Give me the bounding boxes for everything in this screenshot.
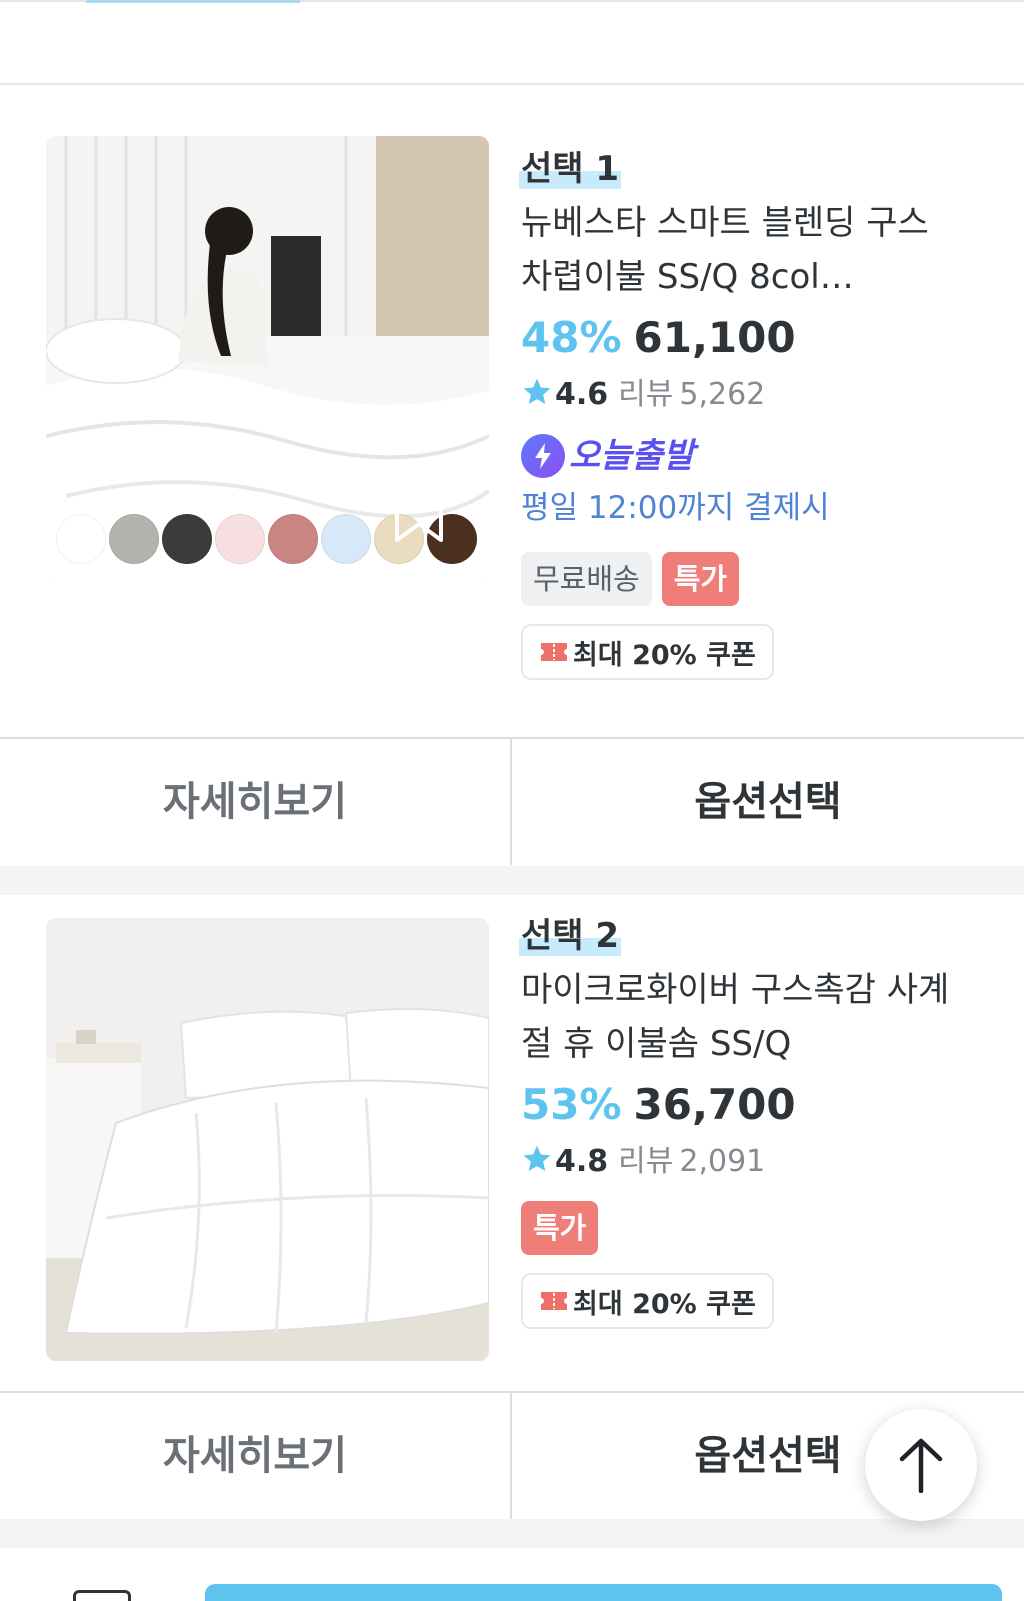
coupon-icon [541, 643, 567, 661]
active-tab-indicator [86, 0, 300, 3]
scroll-to-top-button[interactable] [865, 1409, 977, 1521]
product-name[interactable]: 뉴베스타 스마트 블렌딩 구스 차렵이불 SS/Q 8col… [521, 196, 961, 304]
discount-rate: 48% [521, 313, 622, 362]
tag-badges: 특가 [521, 1201, 961, 1255]
special-price-badge: 특가 [661, 552, 740, 606]
discount-rate: 53% [521, 1080, 622, 1129]
pick-label: 선택 2 [518, 913, 622, 959]
coupon-text: 최대 20% 쿠폰 [573, 1288, 756, 1320]
bookmark-icon[interactable] [73, 1590, 131, 1601]
product-info-2: 선택 2 마이크로화이버 구스촉감 사계절 휴 이불솜 SS/Q 53% 36,7… [518, 913, 961, 1329]
card-separator [0, 1519, 1024, 1548]
bookmark-icon[interactable] [391, 484, 447, 546]
color-swatch [321, 514, 371, 564]
product-image-1[interactable] [46, 136, 489, 579]
product-card-2: 선택 2 마이크로화이버 구스촉감 사계절 휴 이불솜 SS/Q 53% 36,7… [0, 895, 1024, 1519]
price-row: 53% 36,700 [521, 1077, 961, 1133]
color-swatch [109, 514, 159, 564]
lightning-icon [521, 433, 565, 478]
coupon-icon [541, 1292, 567, 1310]
tag-badges: 무료배송 특가 [521, 552, 961, 606]
review-count: 2,091 [679, 1144, 766, 1179]
bottom-action-bar [0, 1548, 1024, 1601]
color-swatch [215, 514, 265, 564]
select-option-button[interactable]: 옵션선택 [512, 739, 1024, 865]
special-price-badge: 특가 [521, 1201, 599, 1255]
rating-row: 4.6 리뷰 5,262 [521, 374, 961, 416]
bookmark-icon[interactable] [391, 1254, 447, 1316]
product-info-1: 선택 1 뉴베스타 스마트 블렌딩 구스 차렵이불 SS/Q 8col… 48%… [518, 146, 961, 680]
rating-row: 4.8 리뷰 2,091 [521, 1141, 961, 1183]
sale-price: 61,100 [633, 313, 796, 362]
card-separator [0, 866, 1024, 895]
price-row: 48% 61,100 [521, 310, 961, 366]
purchase-button[interactable] [205, 1584, 1002, 1601]
coupon-text: 최대 20% 쿠폰 [573, 639, 756, 671]
coupon-badge[interactable]: 최대 20% 쿠폰 [521, 624, 774, 680]
today-departure-badge: 오늘출발 [521, 432, 961, 478]
delivery-deadline: 평일 12:00까지 결제시 [521, 490, 830, 526]
arrow-up-icon [899, 1438, 943, 1493]
top-tab-strip [0, 0, 1024, 85]
sale-price: 36,700 [633, 1080, 796, 1129]
coupon-badge[interactable]: 최대 20% 쿠폰 [521, 1273, 774, 1329]
review-count: 5,262 [679, 377, 766, 412]
product-name[interactable]: 마이크로화이버 구스촉감 사계절 휴 이불솜 SS/Q [521, 963, 961, 1071]
rating-value: 4.8 [555, 1144, 609, 1179]
color-swatch [56, 514, 106, 564]
pick-label: 선택 1 [518, 146, 622, 192]
star-icon [523, 378, 551, 404]
review-label: 리뷰 [618, 1144, 674, 1179]
color-swatch [162, 514, 212, 564]
product-card-1: 선택 1 뉴베스타 스마트 블렌딩 구스 차렵이불 SS/Q 8col… 48%… [0, 86, 1024, 866]
view-details-button[interactable]: 자세히보기 [0, 1393, 512, 1519]
review-label: 리뷰 [618, 377, 674, 412]
product-image-2[interactable] [46, 918, 489, 1361]
card-actions-1: 자세히보기 옵션선택 [0, 737, 1024, 865]
today-departure-text: 오늘출발 [569, 435, 695, 476]
star-icon [523, 1145, 551, 1171]
view-details-button[interactable]: 자세히보기 [0, 739, 512, 865]
rating-value: 4.6 [555, 377, 609, 412]
color-swatch [268, 514, 318, 564]
free-shipping-badge: 무료배송 [521, 552, 652, 606]
